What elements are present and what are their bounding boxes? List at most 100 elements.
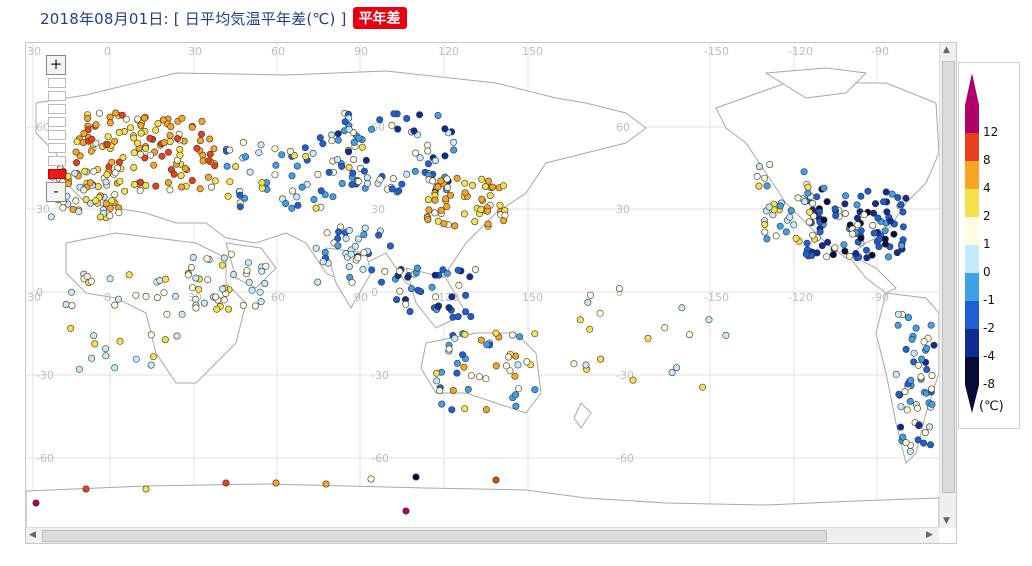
station-marker[interactable] xyxy=(772,232,780,240)
station-marker[interactable] xyxy=(615,285,623,293)
zoom-level-step-current[interactable] xyxy=(48,169,66,179)
station-marker[interactable] xyxy=(823,198,831,206)
station-marker[interactable] xyxy=(464,385,472,393)
station-marker[interactable] xyxy=(448,406,456,414)
station-marker[interactable] xyxy=(334,136,342,144)
station-marker[interactable] xyxy=(166,138,174,146)
station-marker[interactable] xyxy=(899,208,907,216)
station-marker[interactable] xyxy=(298,183,306,191)
station-marker[interactable] xyxy=(316,134,324,142)
station-marker[interactable] xyxy=(244,259,252,267)
scroll-right-icon[interactable]: ▶ xyxy=(926,530,933,540)
station-marker[interactable] xyxy=(359,265,367,273)
station-marker[interactable] xyxy=(376,175,384,183)
station-marker[interactable] xyxy=(205,157,213,165)
station-marker[interactable] xyxy=(166,186,174,194)
station-marker[interactable] xyxy=(440,220,448,228)
station-marker[interactable] xyxy=(920,439,928,447)
station-marker[interactable] xyxy=(334,242,342,250)
station-marker[interactable] xyxy=(471,266,479,274)
station-marker[interactable] xyxy=(449,386,457,394)
station-marker[interactable] xyxy=(424,147,432,155)
zoom-level-step[interactable] xyxy=(48,78,66,88)
station-marker[interactable] xyxy=(82,196,90,204)
station-marker[interactable] xyxy=(312,244,320,252)
station-marker[interactable] xyxy=(239,301,247,309)
station-marker[interactable] xyxy=(354,254,362,262)
station-marker[interactable] xyxy=(661,324,669,332)
station-marker[interactable] xyxy=(894,321,902,329)
station-marker[interactable] xyxy=(927,321,935,329)
station-marker[interactable] xyxy=(461,405,469,413)
station-marker[interactable] xyxy=(857,192,865,200)
station-marker[interactable] xyxy=(210,145,218,153)
station-marker[interactable] xyxy=(256,288,264,296)
station-marker[interactable] xyxy=(73,138,81,146)
station-marker[interactable] xyxy=(431,271,439,279)
station-marker[interactable] xyxy=(272,479,280,487)
station-marker[interactable] xyxy=(516,333,524,341)
station-marker[interactable] xyxy=(496,201,504,209)
station-marker[interactable] xyxy=(354,178,362,186)
station-marker[interactable] xyxy=(198,130,206,138)
station-marker[interactable] xyxy=(111,191,119,199)
station-marker[interactable] xyxy=(286,147,294,155)
station-marker[interactable] xyxy=(338,162,346,170)
station-marker[interactable] xyxy=(242,153,250,161)
station-marker[interactable] xyxy=(206,150,214,158)
anomaly-badge[interactable]: 平年差 xyxy=(352,7,407,29)
station-marker[interactable] xyxy=(130,181,138,189)
station-marker[interactable] xyxy=(137,178,145,186)
station-marker[interactable] xyxy=(278,151,286,159)
station-marker[interactable] xyxy=(433,377,441,385)
station-marker[interactable] xyxy=(47,213,55,221)
station-marker[interactable] xyxy=(345,226,353,234)
station-marker[interactable] xyxy=(505,353,513,361)
station-marker[interactable] xyxy=(927,385,935,393)
station-marker[interactable] xyxy=(381,267,389,275)
station-marker[interactable] xyxy=(92,197,100,205)
station-marker[interactable] xyxy=(156,277,164,285)
station-marker[interactable] xyxy=(454,266,462,274)
vertical-scrollbar[interactable]: ▲ ▼ xyxy=(939,43,956,528)
station-marker[interactable] xyxy=(882,188,890,196)
station-marker[interactable] xyxy=(293,193,301,201)
station-marker[interactable] xyxy=(455,281,463,289)
station-marker[interactable] xyxy=(471,218,479,226)
station-marker[interactable] xyxy=(350,156,358,164)
station-marker[interactable] xyxy=(150,161,158,169)
scroll-left-icon[interactable]: ◀ xyxy=(29,530,36,540)
station-marker[interactable] xyxy=(888,190,896,198)
station-marker[interactable] xyxy=(80,130,88,138)
station-marker[interactable] xyxy=(890,230,898,238)
station-marker[interactable] xyxy=(879,198,887,206)
station-marker[interactable] xyxy=(125,271,133,279)
station-marker[interactable] xyxy=(902,439,910,447)
station-marker[interactable] xyxy=(90,332,98,340)
station-marker[interactable] xyxy=(441,152,449,160)
station-marker[interactable] xyxy=(334,130,342,138)
station-marker[interactable] xyxy=(903,406,911,414)
station-marker[interactable] xyxy=(396,267,404,275)
station-marker[interactable] xyxy=(874,214,882,222)
station-marker[interactable] xyxy=(468,181,476,189)
station-marker[interactable] xyxy=(854,221,862,229)
station-marker[interactable] xyxy=(755,163,763,171)
station-marker[interactable] xyxy=(158,152,166,160)
station-marker[interactable] xyxy=(831,244,839,252)
station-marker[interactable] xyxy=(136,186,144,194)
station-marker[interactable] xyxy=(184,271,192,279)
station-marker[interactable] xyxy=(310,196,318,204)
station-marker[interactable] xyxy=(883,208,891,216)
station-marker[interactable] xyxy=(114,295,122,303)
station-marker[interactable] xyxy=(763,182,771,190)
station-marker[interactable] xyxy=(849,230,857,238)
station-marker[interactable] xyxy=(154,120,162,128)
station-marker[interactable] xyxy=(178,183,186,191)
station-marker[interactable] xyxy=(804,189,812,197)
station-marker[interactable] xyxy=(236,203,244,211)
station-marker[interactable] xyxy=(257,298,265,306)
station-marker[interactable] xyxy=(486,192,494,200)
station-marker[interactable] xyxy=(431,196,439,204)
station-marker[interactable] xyxy=(363,179,371,187)
